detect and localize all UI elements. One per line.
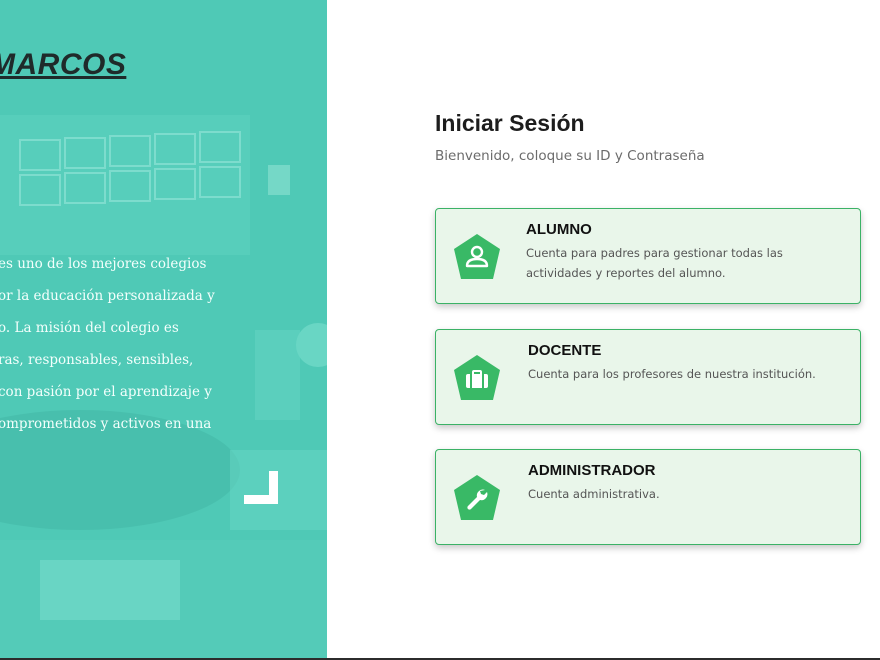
login-title: Iniciar Sesión <box>435 110 585 136</box>
account-card-alumno[interactable]: ALUMNO Cuenta para padres para gestionar… <box>435 208 861 304</box>
account-title: ALUMNO <box>526 221 592 238</box>
hero-paragraph-line: con pasión por el aprendizaje y <box>0 384 212 400</box>
account-card-administrador[interactable]: ADMINISTRADOR Cuenta administrativa. <box>435 449 861 545</box>
account-description: Cuenta para padres para gestionar todas … <box>526 246 783 280</box>
wrench-icon <box>452 473 502 523</box>
school-name-heading: MARCOS <box>0 48 127 81</box>
account-card-docente[interactable]: DOCENTE Cuenta para los profesores de nu… <box>435 329 861 425</box>
hero-paragraph-line: o. La misión del colegio es <box>0 320 179 336</box>
account-title: DOCENTE <box>528 342 602 359</box>
briefcase-icon <box>452 353 502 403</box>
hero-panel: MARCOS es uno de los mejores colegios or… <box>0 0 327 658</box>
hero-paragraph-line: es uno de los mejores colegios <box>0 256 207 272</box>
account-description: Cuenta administrativa. <box>528 487 660 501</box>
login-subtitle: Bienvenido, coloque su ID y Contraseña <box>435 148 705 164</box>
hero-paragraph-line: or la educación personalizada y <box>0 288 215 304</box>
hero-paragraph-line: ras, responsables, sensibles, <box>0 352 194 368</box>
hero-paragraph-line: omprometidos y activos en una <box>0 416 212 432</box>
corner-decoration <box>244 471 278 504</box>
account-description: Cuenta para los profesores de nuestra in… <box>528 367 816 381</box>
user-icon <box>452 232 502 282</box>
account-title: ADMINISTRADOR <box>528 462 656 479</box>
